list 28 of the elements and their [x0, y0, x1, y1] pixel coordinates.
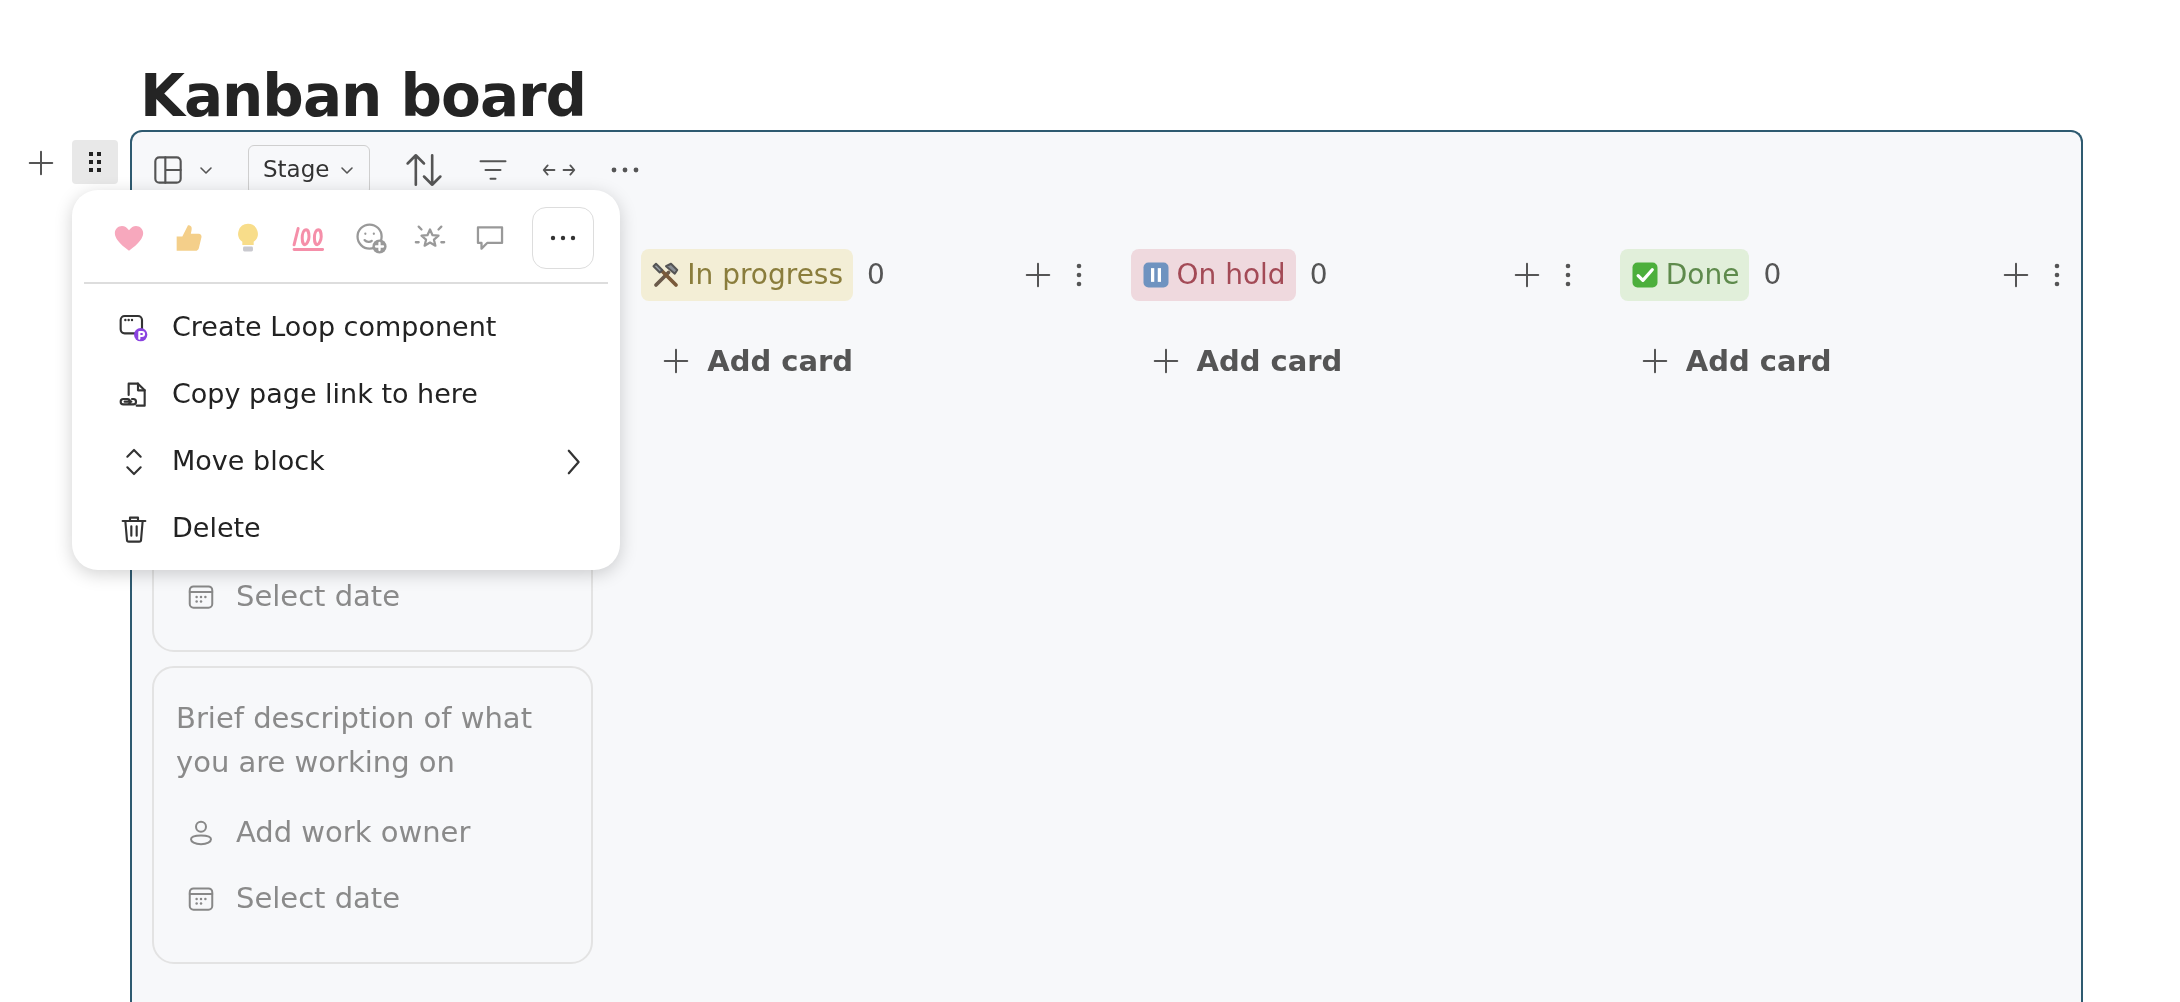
vertical-dots-icon [1563, 261, 1572, 288]
card-count: 0 [867, 256, 885, 293]
stage-label: Done [1665, 256, 1740, 293]
stage-label: On hold [1176, 256, 1286, 293]
add-card-button[interactable]: Add card [641, 339, 874, 384]
sort-arrows-icon [404, 151, 445, 188]
vertical-dots-icon [1074, 261, 1083, 288]
add-card-button[interactable]: Add card [1619, 339, 1852, 384]
drag-handle[interactable] [72, 139, 118, 184]
card-description: Brief description of what you are working on [176, 699, 533, 781]
view-button[interactable] [152, 153, 214, 186]
column-menu-button[interactable] [1563, 261, 1572, 288]
menu-item[interactable]: Move block [84, 428, 608, 495]
page-title: Kanban board [139, 61, 588, 132]
vertical-dots-icon [2053, 261, 2061, 288]
menu-item[interactable]: Copy page link to here [84, 361, 608, 428]
drag-dots-icon [88, 150, 102, 173]
menu-item[interactable]: Create Loop component [84, 294, 608, 361]
sort-button[interactable] [404, 151, 445, 188]
card-count: 0 [1309, 256, 1328, 293]
menu-item[interactable]: Delete [84, 495, 608, 562]
add-reaction-icon[interactable] [353, 221, 388, 255]
add-card-button[interactable]: Add card [1130, 339, 1363, 384]
card-count: 0 [1763, 256, 1782, 293]
board-layout-icon [152, 153, 184, 186]
column-menu-button[interactable] [2053, 261, 2061, 288]
column-menu-button[interactable] [1074, 261, 1083, 288]
stage-label: In progress [687, 256, 844, 293]
